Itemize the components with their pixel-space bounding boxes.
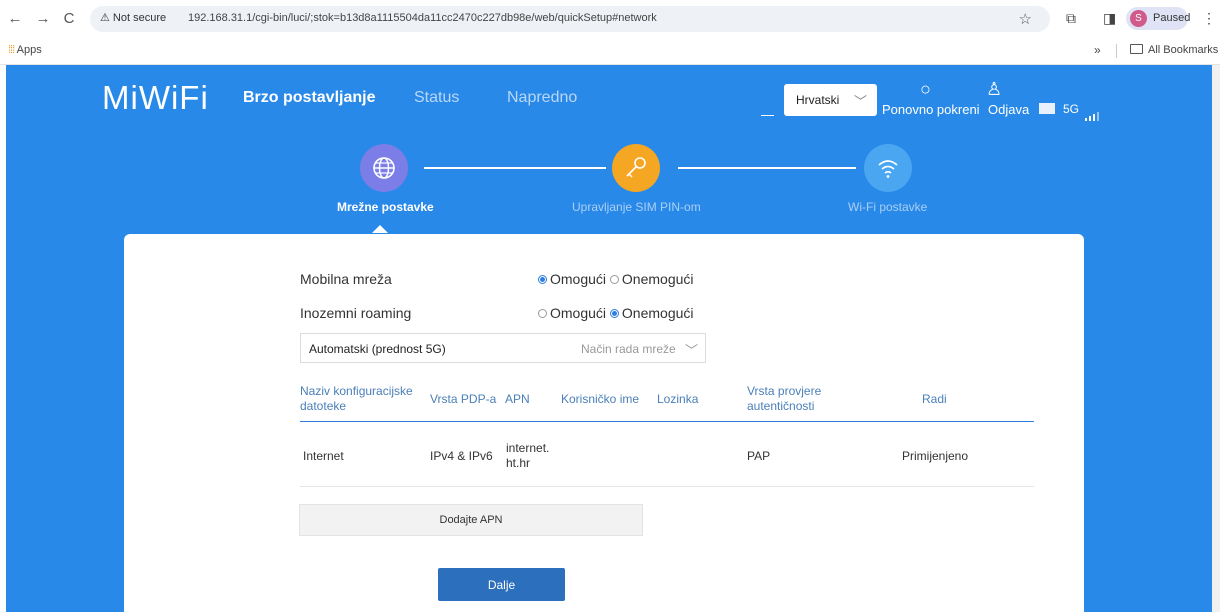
radio-label[interactable]: Omogući [550,271,606,287]
folder-icon [1130,44,1143,54]
step-wifi [864,144,912,192]
language-value: Hrvatski [796,93,840,107]
step-connector [424,167,606,169]
restart-button[interactable]: Ponovno pokreni [882,102,980,117]
bookmark-star-icon[interactable]: ☆ [1019,10,1032,28]
cell-apn: internet. ht.hr [506,441,550,470]
step-label-sim-pin: Upravljanje SIM PIN-om [572,200,701,214]
step-label-network: Mrežne postavke [337,200,434,214]
next-label: Dalje [487,578,516,592]
apps-shortcut[interactable]: ⁞⁞⁞ Apps [8,44,42,56]
key-icon [626,157,646,178]
chevron-down-icon: ﹀ [853,94,867,109]
chevron-down-icon: ﹀ [685,343,699,358]
signal-strength-icon [1085,103,1101,121]
cell-name: Internet [303,449,344,463]
col-header-pdp: Vrsta PDP-a [430,392,497,406]
divider [1116,44,1117,58]
bookmarks-bar: ⁞⁞⁞ Apps » All Bookmarks [0,38,1220,65]
active-step-pointer [372,225,388,233]
cell-action[interactable]: Primijenjeno [902,449,968,464]
not-secure-indicator[interactable]: ⚠ Not secure [100,11,166,24]
radio-label[interactable]: Onemogući [622,271,694,287]
col-header-action: Radi [922,392,947,406]
browser-toolbar: ← → C ⚠ Not secure 192.168.31.1/cgi-bin/… [0,0,1220,38]
col-header-apn: APN [505,392,530,406]
apps-label: Apps [16,44,42,56]
logout-button[interactable]: Odjava [988,102,1029,117]
col-header-password: Lozinka [657,392,699,406]
col-header-auth: Vrsta provjere autentičnosti [747,384,822,413]
all-bookmarks-label: All Bookmarks [1148,44,1219,56]
setup-card: Mobilna mreža Omogući Onemogući Inozemni… [124,234,1084,612]
network-mode-select[interactable]: Automatski (prednost 5G) Način rada mrež… [300,333,706,363]
step-connector [678,167,856,169]
roaming-radio-group: Omogući Onemogući [538,305,694,321]
scrollbar[interactable] [1212,65,1220,612]
mobile-network-enable-radio[interactable] [538,275,547,284]
browser-menu-icon[interactable]: ⋮ [1202,10,1216,27]
table-header-divider [300,421,1034,422]
radio-label[interactable]: Onemogući [622,305,694,321]
mail-icon[interactable] [1039,103,1055,114]
col-header-name: Naziv konfiguracijske datoteke [300,384,413,413]
network-type: 5G [1063,102,1080,116]
nav-quick-setup[interactable]: Brzo postavljanje [243,89,375,107]
apps-grid-icon: ⁞⁞⁞ [8,44,15,56]
language-select[interactable]: Hrvatski ﹀ [784,84,877,116]
nav-advanced[interactable]: Napredno [507,89,577,107]
cell-auth: PAP [747,449,771,463]
avatar: S [1130,10,1147,27]
globe-icon [373,157,395,179]
next-button[interactable]: Dalje [438,568,565,601]
bookmarks-overflow-icon[interactable]: » [1094,43,1101,57]
url-text[interactable]: 192.168.31.1/cgi-bin/luci/;stok=b13d8a11… [188,12,657,24]
wifi-icon [878,160,898,178]
mobile-network-label: Mobilna mreža [300,271,392,287]
roaming-disable-radio[interactable] [609,309,619,318]
side-panel-icon[interactable]: ◨ [1103,10,1116,27]
forward-icon[interactable]: → [34,10,52,28]
cell-pdp: IPv4 & IPv6 [430,449,493,463]
all-bookmarks-button[interactable]: All Bookmarks [1130,44,1218,56]
user-icon[interactable]: ♙ [986,79,1002,100]
router-page: MiWiFi Brzo postavljanje Status Napredno… [6,65,1212,612]
nav-status[interactable]: Status [414,89,459,107]
profile-button[interactable]: S Paused [1126,7,1191,30]
restart-icon[interactable]: ○ [920,79,931,100]
network-mode-value: Automatski (prednost 5G) [309,342,446,356]
roaming-enable-radio[interactable] [538,309,547,318]
mobile-network-radio-group: Omogući Onemogući [538,271,694,287]
step-network [360,144,408,192]
logo: MiWiFi [102,79,209,116]
step-label-wifi: Wi-Fi postavke [848,200,928,214]
add-apn-button[interactable]: Dodajte APN [299,504,643,536]
mobile-network-disable-radio[interactable] [609,275,619,284]
back-icon[interactable]: ← [6,10,24,28]
not-secure-label: Not secure [112,12,167,24]
row-divider [300,486,1034,487]
network-mode-placeholder: Način rada mreže [581,342,676,356]
divider [761,115,774,116]
roaming-label: Inozemni roaming [300,305,412,321]
add-apn-label: Dodajte APN [439,514,503,526]
address-bar[interactable]: ⚠ Not secure 192.168.31.1/cgi-bin/luci/;… [90,6,1050,32]
step-sim-pin [612,144,660,192]
profile-status: Paused [1153,12,1191,24]
extensions-icon[interactable]: ⧉ [1066,10,1076,27]
radio-label[interactable]: Omogući [550,305,606,321]
col-header-username: Korisničko ime [561,392,640,406]
reload-icon[interactable]: C [60,10,78,28]
